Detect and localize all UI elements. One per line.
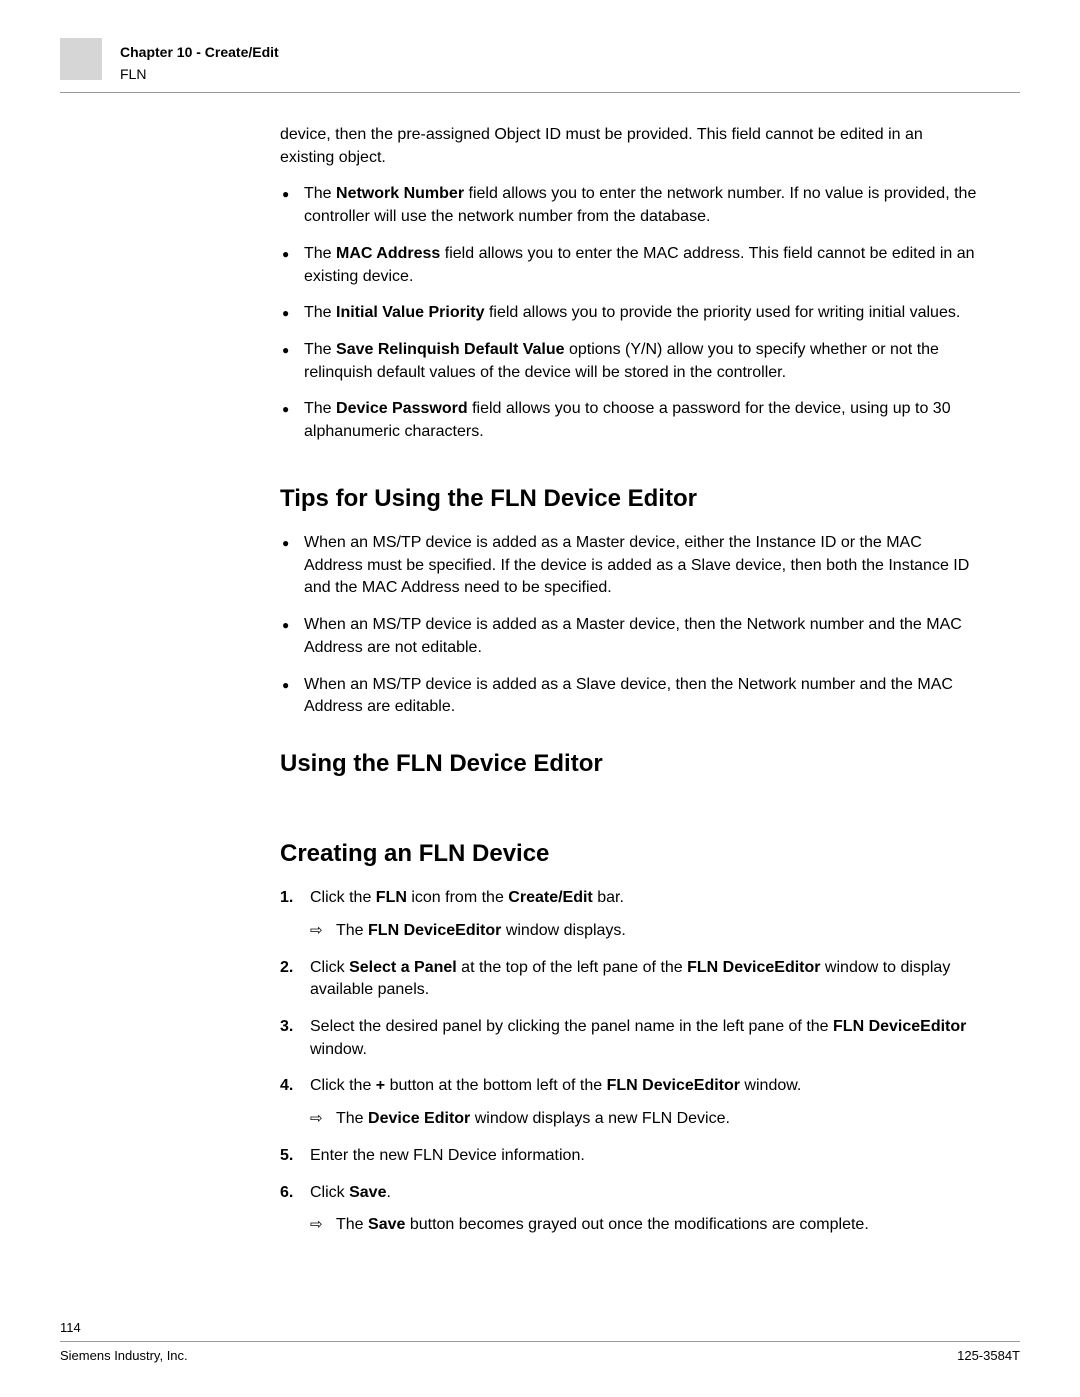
- field-description-list: The Network Number field allows you to e…: [280, 183, 980, 443]
- step-result: The Device Editor window displays a new …: [310, 1108, 980, 1131]
- footer-rule: [60, 1341, 1020, 1342]
- list-item: When an MS/TP device is added as a Maste…: [280, 614, 980, 659]
- step-item: Click the + button at the bottom left of…: [280, 1075, 980, 1130]
- step-result: The Save button becomes grayed out once …: [310, 1214, 980, 1237]
- list-item: The Initial Value Priority field allows …: [280, 302, 980, 325]
- page-header: Chapter 10 - Create/Edit FLN: [60, 38, 1020, 98]
- list-item: The Device Password field allows you to …: [280, 398, 980, 443]
- main-content: device, then the pre-assigned Object ID …: [280, 98, 980, 1237]
- chapter-section: FLN: [120, 64, 279, 84]
- page-footer: 114 Siemens Industry, Inc. 125-3584T: [60, 1320, 1020, 1363]
- list-item: The MAC Address field allows you to ente…: [280, 243, 980, 288]
- list-item: When an MS/TP device is added as a Maste…: [280, 532, 980, 600]
- tips-list: When an MS/TP device is added as a Maste…: [280, 532, 980, 719]
- list-item: The Network Number field allows you to e…: [280, 183, 980, 228]
- list-item: When an MS/TP device is added as a Slave…: [280, 674, 980, 719]
- step-item: Click the FLN icon from the Create/Edit …: [280, 887, 980, 942]
- footer-left: Siemens Industry, Inc.: [60, 1348, 188, 1363]
- heading-tips: Tips for Using the FLN Device Editor: [280, 482, 980, 516]
- creating-steps: Click the FLN icon from the Create/Edit …: [280, 887, 980, 1237]
- step-item: Click Select a Panel at the top of the l…: [280, 957, 980, 1002]
- footer-right: 125-3584T: [957, 1348, 1020, 1363]
- chapter-title: Chapter 10 - Create/Edit: [120, 42, 279, 62]
- step-result: The FLN DeviceEditor window displays.: [310, 920, 980, 943]
- list-item: The Save Relinquish Default Value option…: [280, 339, 980, 384]
- page-number: 114: [60, 1320, 1020, 1335]
- continuation-paragraph: device, then the pre-assigned Object ID …: [280, 124, 980, 169]
- step-item: Enter the new FLN Device information.: [280, 1145, 980, 1168]
- step-item: Select the desired panel by clicking the…: [280, 1016, 980, 1061]
- heading-creating: Creating an FLN Device: [280, 837, 980, 871]
- header-graphic-block: [60, 38, 102, 80]
- step-item: Click Save. The Save button becomes gray…: [280, 1182, 980, 1237]
- heading-using: Using the FLN Device Editor: [280, 747, 980, 781]
- header-rule: [60, 92, 1020, 93]
